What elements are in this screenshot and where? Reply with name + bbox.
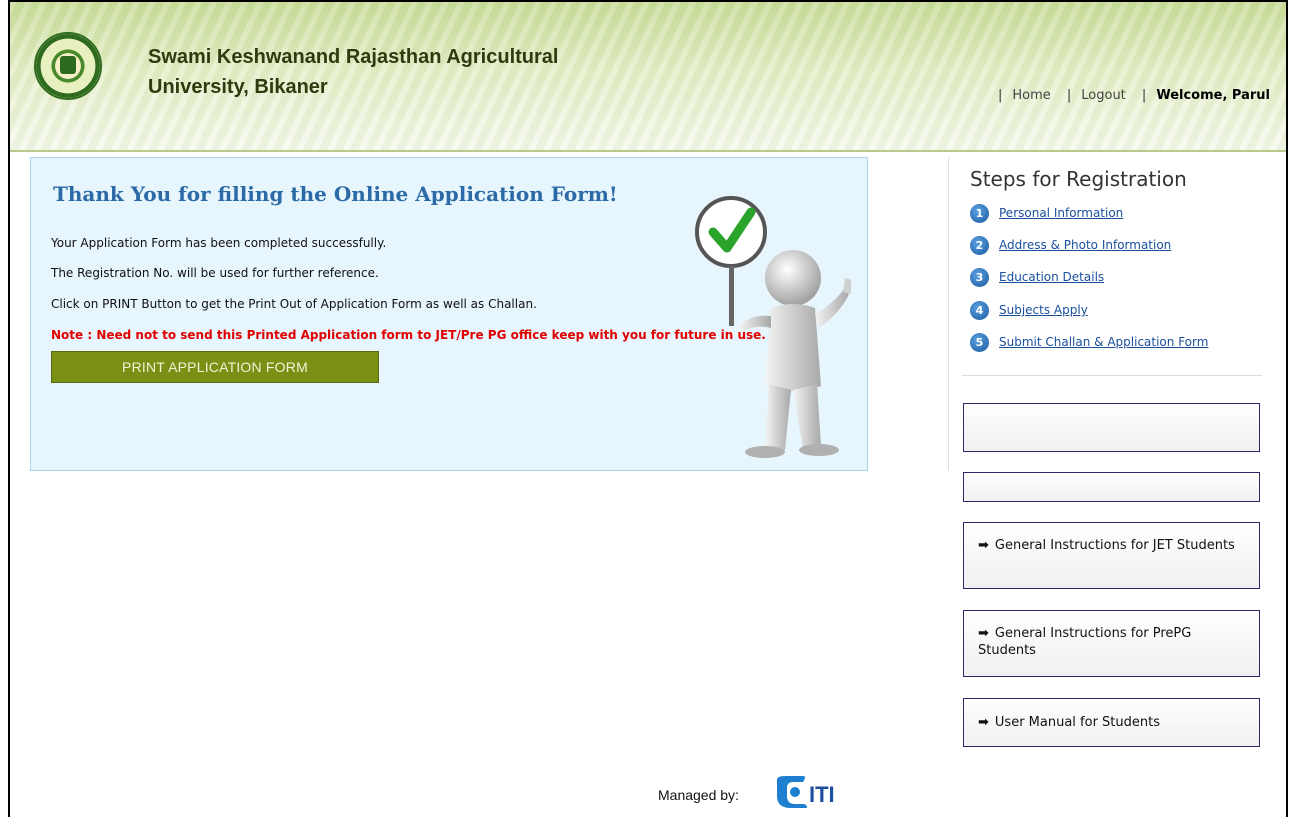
- university-name: Swami Keshwanand Rajasthan Agricultural …: [148, 42, 668, 102]
- step-number-icon: 5: [970, 332, 989, 352]
- step-number-icon: 2: [970, 235, 989, 255]
- university-name-line2: University, Bikaner: [148, 76, 328, 98]
- step-link-education-details[interactable]: Education Details: [999, 270, 1104, 284]
- confirmation-line-1: Your Application Form has been completed…: [51, 236, 387, 250]
- step-number-icon: 4: [970, 300, 989, 320]
- empty-sidebar-box-2: [963, 472, 1260, 502]
- step-2: 2 Address & Photo Information: [970, 235, 1171, 255]
- confirmation-line-2: The Registration No. will be used for fu…: [51, 266, 379, 280]
- confirmation-line-3: Click on PRINT Button to get the Print O…: [51, 297, 537, 311]
- user-manual-link[interactable]: ➡ User Manual for Students: [963, 698, 1260, 747]
- step-number-icon: 3: [970, 267, 989, 287]
- jet-instructions-label: General Instructions for JET Students: [994, 538, 1235, 553]
- note-text: Note : Need not to send this Printed App…: [51, 328, 766, 342]
- arrow-right-icon: ➡: [978, 626, 989, 641]
- logout-link[interactable]: Logout: [1081, 88, 1126, 103]
- step-3: 3 Education Details: [970, 267, 1104, 287]
- prepg-instructions-label: General Instructions for PrePG Students: [978, 626, 1192, 658]
- step-1: 1 Personal Information: [970, 203, 1123, 223]
- iti-logo: ITI: [777, 776, 835, 808]
- university-logo: [34, 32, 102, 100]
- step-link-submit-challan[interactable]: Submit Challan & Application Form: [999, 335, 1208, 349]
- step-link-subjects-apply[interactable]: Subjects Apply: [999, 303, 1088, 317]
- step-link-personal-information[interactable]: Personal Information: [999, 206, 1123, 220]
- step-number-icon: 1: [970, 203, 989, 223]
- steps-title: Steps for Registration: [970, 167, 1187, 191]
- welcome-text: Welcome, Parul: [1156, 88, 1270, 103]
- step-4: 4 Subjects Apply: [970, 300, 1088, 320]
- university-name-line1: Swami Keshwanand Rajasthan Agricultural: [148, 46, 559, 68]
- header: Swami Keshwanand Rajasthan Agricultural …: [10, 2, 1286, 152]
- arrow-right-icon: ➡: [978, 715, 989, 730]
- step-link-address-photo[interactable]: Address & Photo Information: [999, 238, 1171, 252]
- confirmation-title: Thank You for filling the Online Applica…: [53, 182, 618, 206]
- prepg-instructions-link[interactable]: ➡ General Instructions for PrePG Students: [963, 610, 1260, 677]
- iti-logo-text: ITI: [809, 782, 835, 807]
- print-application-button[interactable]: PRINT APPLICATION FORM: [51, 351, 379, 383]
- top-nav: | Home | Logout | Welcome, Parul: [997, 88, 1270, 103]
- user-manual-label: User Manual for Students: [994, 715, 1160, 730]
- arrow-right-icon: ➡: [978, 538, 989, 553]
- managed-by-label: Managed by:: [658, 787, 739, 803]
- sidebar-separator: [962, 375, 1262, 376]
- home-link[interactable]: Home: [1012, 88, 1050, 103]
- confirmation-panel: Thank You for filling the Online Applica…: [30, 157, 868, 471]
- page-frame: Swami Keshwanand Rajasthan Agricultural …: [8, 0, 1288, 817]
- sidebar-divider: [948, 157, 949, 470]
- checkmark-figure-illustration: [695, 196, 851, 458]
- step-5: 5 Submit Challan & Application Form: [970, 332, 1208, 352]
- jet-instructions-link[interactable]: ➡ General Instructions for JET Students: [963, 522, 1260, 589]
- empty-sidebar-box-1: [963, 403, 1260, 452]
